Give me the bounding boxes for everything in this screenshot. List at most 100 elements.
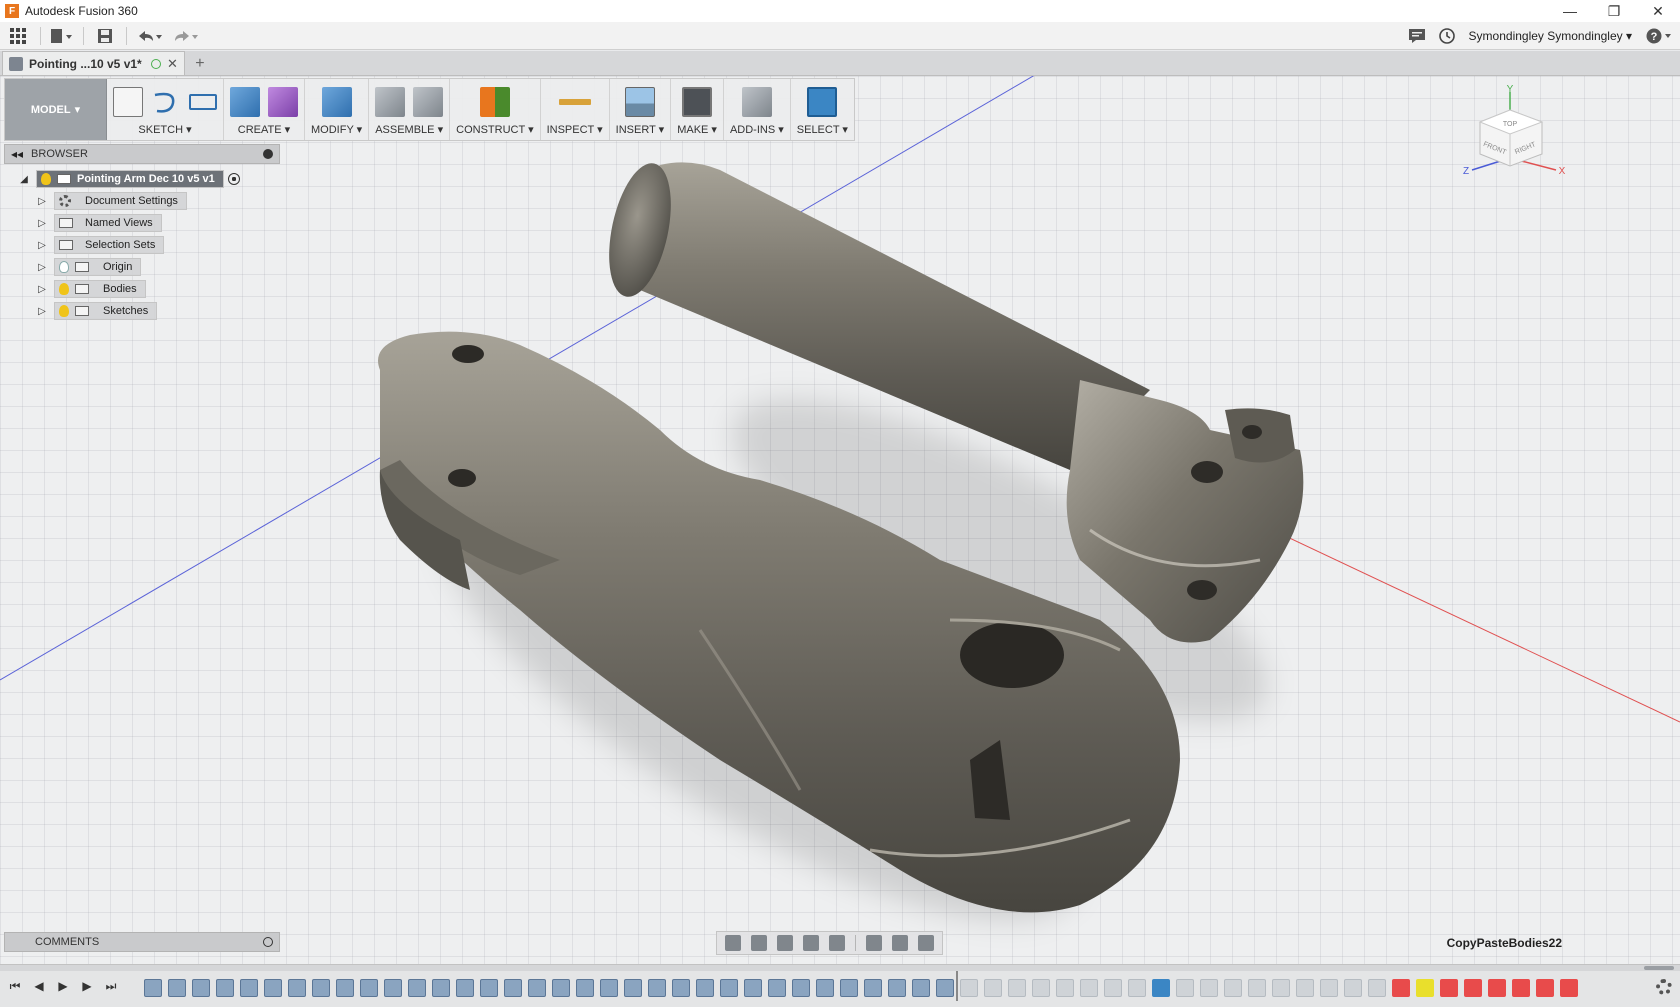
visibility-bulb-icon[interactable] (59, 283, 69, 295)
file-menu-icon[interactable] (45, 24, 79, 48)
cube-face-top[interactable]: TOP (1503, 121, 1518, 128)
timeline-feature-suppressed[interactable] (1104, 979, 1122, 997)
timeline-feature-warning[interactable] (1416, 979, 1434, 997)
ribbon-group-assemble[interactable]: ASSEMBLE ▾ (369, 79, 451, 140)
expand-triangle-icon[interactable]: ▷ (36, 283, 48, 295)
timeline-feature[interactable] (552, 979, 570, 997)
timeline-feature[interactable] (600, 979, 618, 997)
timeline-feature-error[interactable] (1536, 979, 1554, 997)
timeline-feature[interactable] (888, 979, 906, 997)
timeline-feature-suppressed[interactable] (960, 979, 978, 997)
expand-triangle-icon[interactable]: ▷ (36, 217, 48, 229)
timeline-feature[interactable] (192, 979, 210, 997)
timeline-feature[interactable] (912, 979, 930, 997)
ribbon-group-inspect[interactable]: INSPECT ▾ (541, 79, 610, 140)
timeline-scrollbar[interactable] (0, 965, 1680, 971)
scrollbar-thumb[interactable] (1644, 966, 1674, 970)
timeline-feature-suppressed[interactable] (1032, 979, 1050, 997)
insert-image-icon[interactable] (624, 87, 655, 117)
activate-radio-icon[interactable] (227, 173, 240, 185)
tree-node[interactable]: Named Views (54, 214, 162, 232)
expand-triangle-icon[interactable]: ▷ (36, 261, 48, 273)
data-panel-grid-icon[interactable] (0, 24, 36, 48)
orbit-icon[interactable] (725, 935, 741, 951)
timeline-feature[interactable] (840, 979, 858, 997)
visibility-bulb-icon[interactable] (59, 305, 69, 317)
new-component-icon[interactable] (375, 87, 406, 117)
timeline-feature[interactable] (384, 979, 402, 997)
go-to-end-icon[interactable]: ⏭ (104, 979, 118, 993)
look-at-icon[interactable] (751, 935, 767, 951)
visibility-bulb-off-icon[interactable] (59, 261, 69, 273)
scripts-addins-icon[interactable] (741, 87, 772, 117)
visibility-bulb-icon[interactable] (41, 173, 51, 185)
3d-print-icon[interactable] (682, 87, 713, 117)
user-account-menu[interactable]: Symondingley Symondingley ▾ (1469, 29, 1632, 43)
tree-item-bodies[interactable]: ▷ Bodies (4, 278, 280, 300)
timeline-feature-suppressed[interactable] (1008, 979, 1026, 997)
zoom-icon[interactable] (803, 935, 819, 951)
extrude-icon[interactable] (230, 87, 260, 117)
add-comment-icon[interactable] (263, 937, 273, 947)
timeline-feature[interactable] (864, 979, 882, 997)
ribbon-group-select[interactable]: SELECT ▾ (791, 79, 854, 140)
tree-node[interactable]: Selection Sets (54, 236, 165, 254)
timeline-feature-error[interactable] (1392, 979, 1410, 997)
timeline-feature[interactable] (144, 979, 162, 997)
tree-item-sketches[interactable]: ▷ Sketches (4, 300, 280, 322)
collapse-panel-icon[interactable]: ◂◂ (11, 147, 23, 161)
workspace-mode-button[interactable]: MODEL ▾ (5, 79, 107, 140)
timeline-feature-error[interactable] (1512, 979, 1530, 997)
ribbon-group-construct[interactable]: CONSTRUCT ▾ (450, 79, 541, 140)
timeline-settings-gear-icon[interactable] (1656, 979, 1672, 995)
timeline-feature-suppressed[interactable] (1056, 979, 1074, 997)
view-cube[interactable]: TOP FRONT RIGHT Y Z X (1458, 82, 1568, 182)
tree-node[interactable]: Bodies (54, 280, 146, 298)
tree-item-selection-sets[interactable]: ▷ Selection Sets (4, 234, 280, 256)
ribbon-group-insert[interactable]: INSERT ▾ (610, 79, 672, 140)
ribbon-group-add-ins[interactable]: ADD-INS ▾ (724, 79, 791, 140)
timeline-feature[interactable] (456, 979, 474, 997)
timeline-feature[interactable] (168, 979, 186, 997)
tree-node[interactable]: Origin (54, 258, 142, 276)
line-tool-icon[interactable] (151, 87, 181, 117)
help-icon[interactable]: ? (1646, 24, 1672, 48)
offset-plane-icon[interactable] (479, 87, 510, 117)
timeline-feature-suppressed[interactable] (1368, 979, 1386, 997)
job-status-clock-icon[interactable] (1438, 24, 1455, 48)
timeline-feature[interactable] (480, 979, 498, 997)
ribbon-group-create[interactable]: CREATE ▾ (224, 79, 305, 140)
browser-header[interactable]: ◂◂ BROWSER (4, 144, 280, 164)
timeline-feature[interactable] (216, 979, 234, 997)
timeline-feature-suppressed[interactable] (1128, 979, 1146, 997)
fit-zoom-window-icon[interactable] (829, 935, 845, 951)
timeline-feature[interactable] (240, 979, 258, 997)
timeline-feature-error[interactable] (1488, 979, 1506, 997)
timeline-feature[interactable] (336, 979, 354, 997)
timeline-feature[interactable] (936, 979, 954, 997)
timeline-feature[interactable] (720, 979, 738, 997)
timeline-feature[interactable] (744, 979, 762, 997)
play-icon[interactable]: ▶ (56, 979, 70, 993)
tree-root-row[interactable]: ◢ Pointing Arm Dec 10 v5 v1 (4, 168, 280, 190)
timeline-feature[interactable] (672, 979, 690, 997)
notifications-icon[interactable] (1408, 24, 1425, 48)
save-icon[interactable] (88, 24, 122, 48)
timeline-feature[interactable] (624, 979, 642, 997)
step-forward-icon[interactable]: ▶ (80, 979, 94, 993)
go-to-start-icon[interactable]: ⏮ (8, 979, 22, 993)
timeline-feature[interactable] (768, 979, 786, 997)
timeline-feature[interactable] (504, 979, 522, 997)
tree-root-node[interactable]: Pointing Arm Dec 10 v5 v1 (36, 170, 224, 188)
timeline-feature-suppressed[interactable] (1344, 979, 1362, 997)
expand-triangle-icon[interactable]: ▷ (36, 239, 48, 251)
timeline-feature-suppressed[interactable] (1080, 979, 1098, 997)
timeline-feature[interactable] (312, 979, 330, 997)
timeline-feature[interactable] (792, 979, 810, 997)
timeline-feature-suppressed[interactable] (1200, 979, 1218, 997)
tree-item-document-settings[interactable]: ▷ Document Settings (4, 190, 280, 212)
timeline-feature-error[interactable] (1464, 979, 1482, 997)
timeline-feature-error[interactable] (1560, 979, 1578, 997)
close-tab-icon[interactable]: ✕ (167, 56, 178, 72)
press-pull-icon[interactable] (321, 87, 352, 117)
